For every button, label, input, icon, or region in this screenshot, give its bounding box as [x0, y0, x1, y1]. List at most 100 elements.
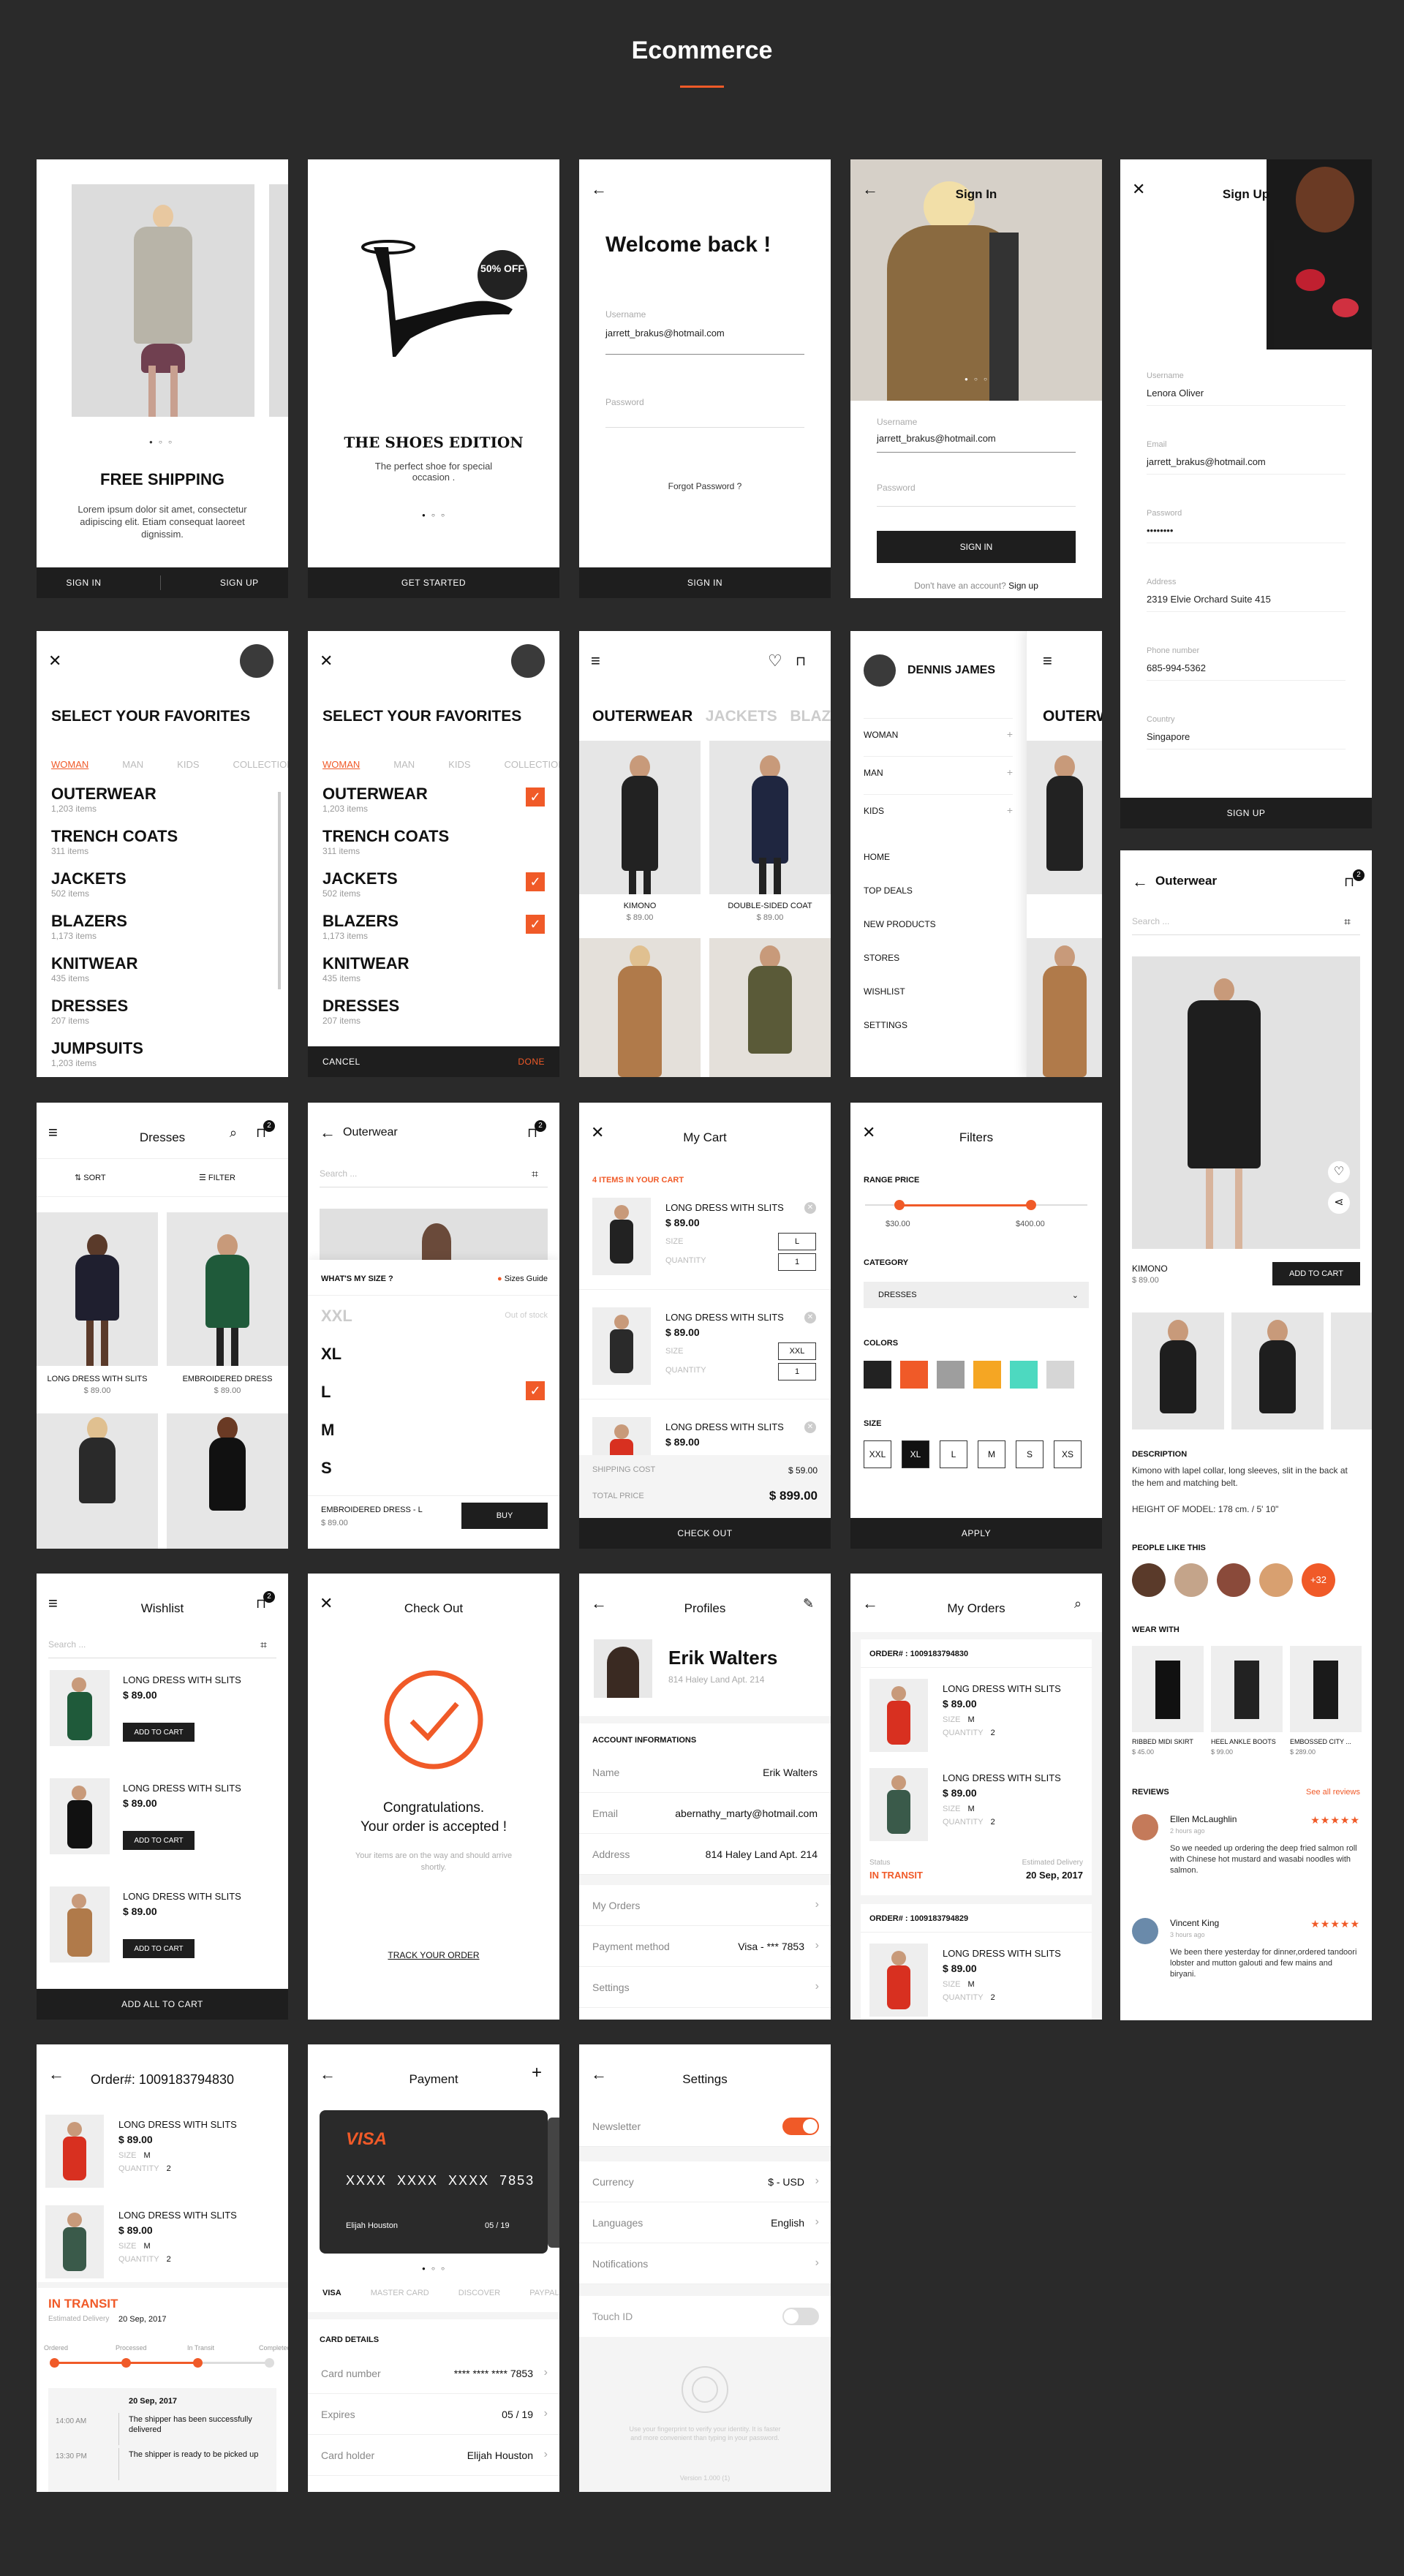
avatar[interactable] [1259, 1563, 1293, 1597]
newsletter-toggle[interactable] [782, 2118, 819, 2135]
done-button[interactable]: DONE [518, 1057, 545, 1067]
product-photo[interactable] [709, 938, 831, 1077]
search-input[interactable]: Search ... [1132, 916, 1169, 926]
card-detail-row[interactable]: CVV *** › [308, 2476, 559, 2492]
setting-notifications[interactable]: Notifications › [579, 2243, 831, 2284]
add-to-cart-button[interactable]: ADD TO CART [1272, 1262, 1360, 1285]
category-item[interactable]: JUMPSUITS 1,203 items [51, 1039, 143, 1068]
wishlist-item[interactable]: LONG DRESS WITH SLITS $ 89.00 ADD TO CART [37, 1670, 288, 1750]
order-card[interactable]: ORDER# : 1009183794829 LONG DRESS WITH S… [861, 1904, 1092, 2020]
setting-currency[interactable]: Currency $ - USD › [579, 2161, 831, 2202]
touch-id-toggle[interactable] [782, 2308, 819, 2325]
avatar[interactable] [864, 654, 896, 687]
category-item[interactable]: DRESSES 207 items [322, 997, 399, 1026]
field-value[interactable]: jarrett_brakus@hotmail.com [1147, 456, 1266, 467]
product-photo[interactable] [579, 938, 701, 1077]
size-option-l[interactable]: L [321, 1383, 331, 1402]
sign-in-button[interactable]: SIGN IN [66, 578, 101, 588]
card-detail-row[interactable]: Card number **** **** **** 7853 › [308, 2353, 559, 2394]
cart-item[interactable]: LONG DRESS WITH SLITS $ 89.00 ✕ SIZE XXL QUAN… [579, 1307, 831, 1402]
category-item[interactable]: JACKETS 502 items [51, 869, 127, 899]
category-item[interactable]: OUTERWEAR 1,203 items [322, 785, 428, 814]
menu-link-wishlist[interactable]: WISHLIST [864, 986, 905, 997]
category-item[interactable]: TRENCH COATS 311 items [51, 827, 178, 856]
color-swatch[interactable] [973, 1361, 1001, 1389]
sign-up-button[interactable]: SIGN UP [1120, 798, 1372, 828]
gallery-thumb[interactable] [1132, 1312, 1224, 1429]
more-people-badge[interactable]: +32 [1302, 1563, 1335, 1597]
scrollbar[interactable] [278, 792, 281, 989]
size-option-xxl[interactable]: XXL [321, 1307, 352, 1326]
card-detail-row[interactable]: Card holder Elijah Houston › [308, 2435, 559, 2476]
track-order-link[interactable]: TRACK YOUR ORDER [308, 1950, 559, 1960]
password-field[interactable] [605, 427, 804, 428]
category-item[interactable]: BLAZERS 1,173 items [322, 912, 399, 941]
product-photo[interactable] [37, 1413, 158, 1549]
color-swatch[interactable] [1010, 1361, 1038, 1389]
tab-collection[interactable]: COLLECTION [505, 759, 559, 770]
size-option-m[interactable]: M [321, 1421, 334, 1440]
buy-button[interactable]: BUY [461, 1503, 548, 1529]
sign-up-button[interactable]: SIGN UP [220, 578, 259, 588]
password-field[interactable] [877, 506, 1076, 507]
category-item[interactable]: KNITWEAR 435 items [51, 954, 138, 983]
pager-dots[interactable]: ● ○ ○ [422, 2265, 447, 2272]
tab-kids[interactable]: KIDS [448, 759, 470, 770]
menu-link-new-products[interactable]: NEW PRODUCTS [864, 919, 936, 929]
avatar[interactable] [1174, 1563, 1208, 1597]
size-option-s[interactable]: S [1016, 1440, 1043, 1468]
product-photo[interactable] [167, 1413, 288, 1549]
credit-card[interactable]: VISA XXXX XXXX XXXX 7853 Elijah Houston … [320, 2110, 548, 2254]
field-value[interactable]: 2319 Elvie Orchard Suite 415 [1147, 594, 1271, 605]
field-value[interactable]: Lenora Oliver [1147, 388, 1204, 399]
get-started-button[interactable]: GET STARTED [308, 567, 559, 598]
size-option-xl[interactable]: XL [321, 1345, 341, 1364]
close-icon[interactable]: ✕ [48, 653, 61, 669]
gallery-thumb[interactable] [1331, 1312, 1372, 1429]
heart-icon[interactable]: ♡ [768, 653, 782, 669]
color-swatch[interactable] [864, 1361, 891, 1389]
avatar[interactable] [511, 644, 545, 678]
size-option-xs[interactable]: XS [1054, 1440, 1082, 1468]
tab-woman[interactable]: WOMAN [322, 759, 360, 770]
menu-icon[interactable]: ≡ [1043, 653, 1052, 669]
sign-in-button[interactable]: SIGN IN [579, 567, 831, 598]
remove-icon[interactable]: ✕ [804, 1202, 816, 1214]
quantity-stepper[interactable]: 1 [778, 1253, 816, 1271]
field-value[interactable]: Singapore [1147, 731, 1190, 742]
category-item[interactable]: KNITWEAR 435 items [322, 954, 410, 983]
back-arrow-icon[interactable]: ← [1132, 874, 1148, 890]
filter-button[interactable]: ☰ FILTER [199, 1173, 235, 1182]
scan-icon[interactable]: ⌗ [260, 1638, 267, 1654]
field-value[interactable]: 685-994-5362 [1147, 662, 1206, 673]
size-select[interactable]: L [778, 1233, 816, 1250]
wishlist-item[interactable]: LONG DRESS WITH SLITS $ 89.00 ADD TO CART [37, 1778, 288, 1859]
wear-with-thumb[interactable] [1211, 1646, 1283, 1732]
size-guide-link[interactable]: ● Sizes Guide [497, 1274, 548, 1283]
setting-languages[interactable]: Languages English › [579, 2202, 831, 2243]
field-value[interactable]: •••••••• [1147, 525, 1173, 536]
size-option-xl[interactable]: XL [902, 1440, 929, 1468]
product-photo[interactable]: ♡ ⋖ [1132, 956, 1360, 1249]
heart-icon[interactable]: ♡ [1328, 1161, 1350, 1183]
size-option-s[interactable]: S [321, 1459, 332, 1478]
tab-discover[interactable]: DISCOVER [458, 2289, 500, 2297]
tab-paypal[interactable]: PAYPAL [529, 2289, 559, 2297]
profile-link-settings[interactable]: Settings › [579, 1967, 831, 2008]
menu-item-woman[interactable]: WOMAN + [864, 728, 1013, 750]
profile-link-payment-method[interactable]: Payment method Visa - *** 7853 › [579, 1926, 831, 1967]
color-swatch[interactable] [900, 1361, 928, 1389]
next-card-peek[interactable] [548, 2118, 559, 2248]
tab-man[interactable]: MAN [393, 759, 415, 770]
forgot-password-link[interactable]: Forgot Password ? [579, 481, 831, 491]
card-detail-row[interactable]: Expires 05 / 19 › [308, 2394, 559, 2435]
menu-link-settings[interactable]: SETTINGS [864, 1020, 907, 1030]
search-input[interactable]: Search ... [320, 1168, 357, 1179]
product-photo[interactable] [37, 1212, 158, 1366]
scan-icon[interactable]: ⌗ [532, 1167, 538, 1183]
color-swatch[interactable] [937, 1361, 965, 1389]
avatar[interactable] [1132, 1563, 1166, 1597]
tab-outerwear[interactable]: OUTERWEAR [592, 708, 692, 725]
category-item[interactable]: OUTERWEAR 1,203 items [51, 785, 156, 814]
wishlist-item[interactable]: LONG DRESS WITH SLITS $ 89.00 ADD TO CART [37, 1886, 288, 1967]
